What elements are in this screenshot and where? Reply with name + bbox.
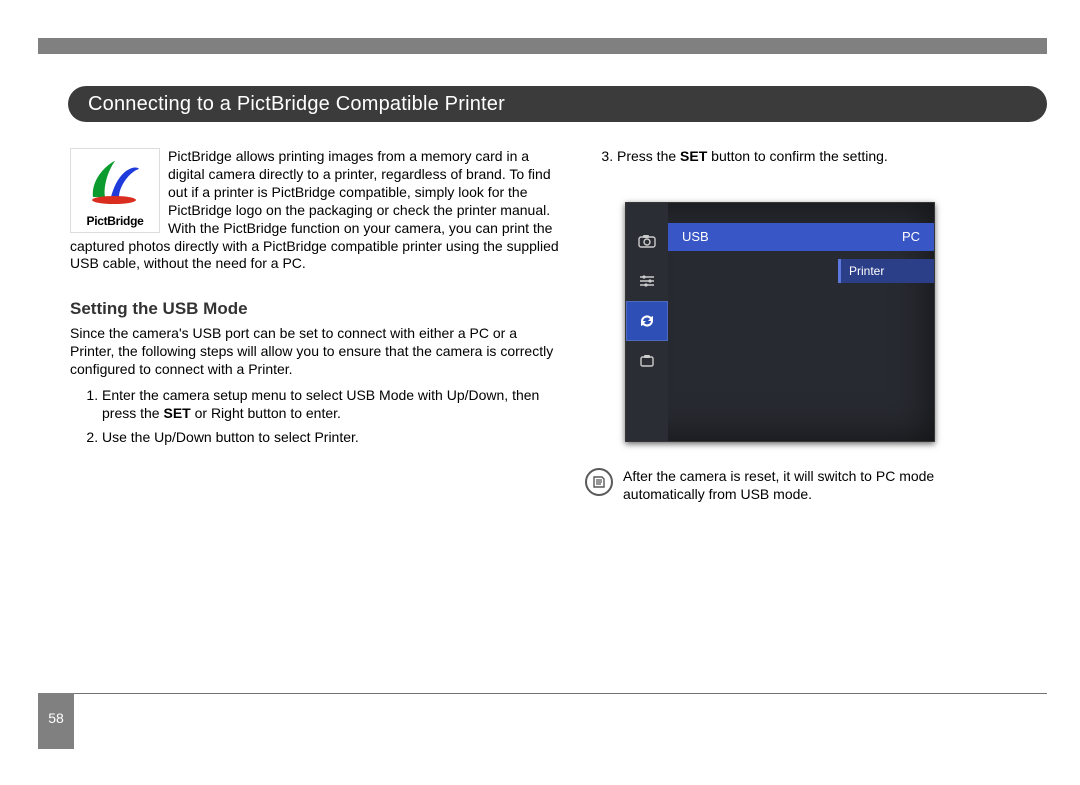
step-2: Use the Up/Down button to select Printer… [102,429,560,447]
lcd-printer-label: Printer [849,264,884,278]
settings-icon [626,341,668,381]
sync-icon [626,301,668,341]
note-icon [585,468,613,496]
camera-lcd-screenshot: USB PC Printer [625,202,935,442]
step-3: Press the SET button to confirm the sett… [617,148,1015,166]
steps-list-continued: Press the SET button to confirm the sett… [585,148,1015,166]
step-1b-text: or Right button to enter. [191,405,341,421]
pictbridge-icon [85,155,145,205]
sliders-icon [626,261,668,301]
lcd-usb-row: USB PC [668,223,934,251]
right-column: Press the SET button to confirm the sett… [585,148,1015,504]
sub-heading-usb-mode: Setting the USB Mode [70,299,560,319]
lcd-usb-label: USB [682,229,709,244]
step-3a-text: Press the [617,148,680,164]
lcd-tab-column [626,203,668,441]
step-3b-text: button to confirm the setting. [707,148,888,164]
note-block: After the camera is reset, it will switc… [585,468,1015,504]
sub-intro-text: Since the camera's USB port can be set t… [70,325,560,379]
pictbridge-label: PictBridge [71,214,159,228]
camera-icon [626,221,668,261]
steps-list: Enter the camera setup menu to select US… [70,387,560,447]
left-column: PictBridge PictBridge allows printing im… [70,148,560,453]
top-border-bar [38,38,1047,54]
step-1-set-label: SET [163,405,190,421]
lcd-printer-option: Printer [838,259,934,283]
step-1: Enter the camera setup menu to select US… [102,387,560,423]
lcd-usb-value: PC [902,229,920,244]
bottom-rule [38,693,1047,694]
note-text: After the camera is reset, it will switc… [623,468,1015,504]
section-title: Connecting to a PictBridge Compatible Pr… [68,86,1047,122]
pictbridge-logo: PictBridge [70,148,160,233]
step-3-set-label: SET [680,148,707,164]
page-number: 58 [38,693,74,749]
